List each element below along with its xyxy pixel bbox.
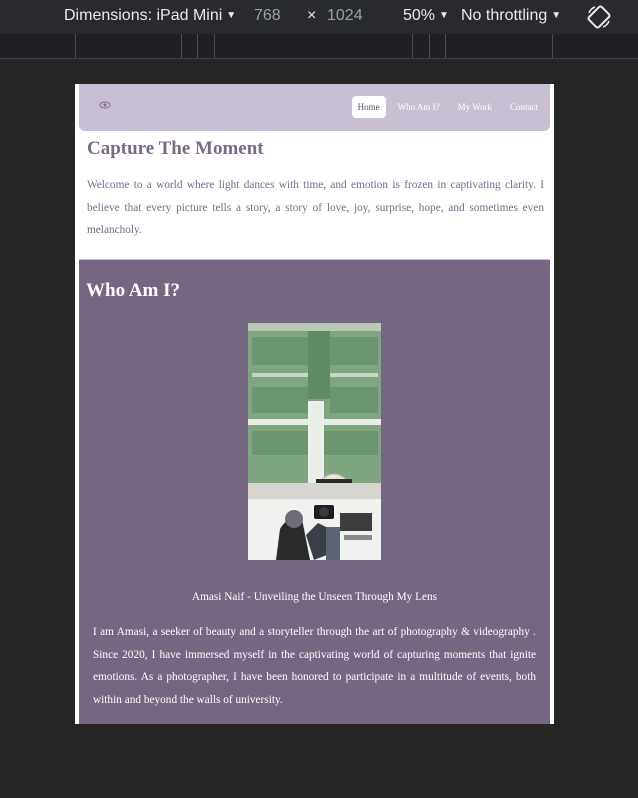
nav-link-home[interactable]: Home [351, 96, 386, 118]
chevron-down-icon: ▼ [226, 10, 237, 21]
device-dimensions-label: Dimensions: iPad Mini [64, 7, 223, 24]
zoom-dropdown[interactable]: 50% ▼ [403, 7, 449, 25]
ruler-mark [445, 34, 446, 58]
width-input[interactable]: 768 [254, 7, 281, 25]
profile-photo [248, 323, 381, 560]
ruler-mark [214, 34, 215, 58]
nav-link-my-work[interactable]: My Work [452, 96, 498, 118]
ruler-mark [552, 34, 553, 58]
throttling-label: No throttling [461, 7, 548, 24]
ruler-mark [412, 34, 413, 58]
nav-link-contact[interactable]: Contact [504, 96, 544, 118]
media-query-ruler [0, 34, 638, 59]
height-input[interactable]: 1024 [327, 7, 363, 25]
intro-text: Welcome to a world where light dances wi… [87, 179, 544, 236]
about-bio: I am Amasi, a seeker of beauty and a sto… [93, 626, 536, 706]
devtools-toolbar: Dimensions: iPad Mini ▼ 768 × 1024 50% ▼ N… [0, 0, 638, 34]
photo-caption: Amasi Naif - Unveiling the Unseen Throug… [191, 591, 438, 603]
ruler-mark [181, 34, 182, 58]
ruler-mark [75, 34, 76, 58]
nav-link-who-am-i[interactable]: Who Am I? [392, 96, 446, 118]
chevron-down-icon: ▼ [439, 10, 449, 21]
times-icon: × [307, 7, 317, 24]
intro-title: Capture The Moment [87, 138, 264, 159]
ruler-mark [429, 34, 430, 58]
about-section: Who Am I? Amasi Naif - Unveiling the Uns… [79, 259, 550, 724]
eye-icon[interactable] [99, 100, 111, 110]
throttling-dropdown[interactable]: No throttling ▼ [461, 7, 561, 25]
emulated-page: Home Who Am I? My Work Contact Capture T… [75, 84, 554, 724]
nav-links: Home Who Am I? My Work Contact [351, 96, 544, 118]
ruler-mark [197, 34, 198, 58]
device-dimensions-dropdown[interactable]: Dimensions: iPad Mini ▼ [64, 7, 236, 25]
site-navbar: Home Who Am I? My Work Contact [79, 84, 550, 131]
rotate-icon[interactable] [586, 4, 612, 30]
chevron-down-icon: ▼ [551, 10, 562, 21]
zoom-label: 50% [403, 7, 436, 24]
about-title: Who Am I? [86, 280, 180, 301]
